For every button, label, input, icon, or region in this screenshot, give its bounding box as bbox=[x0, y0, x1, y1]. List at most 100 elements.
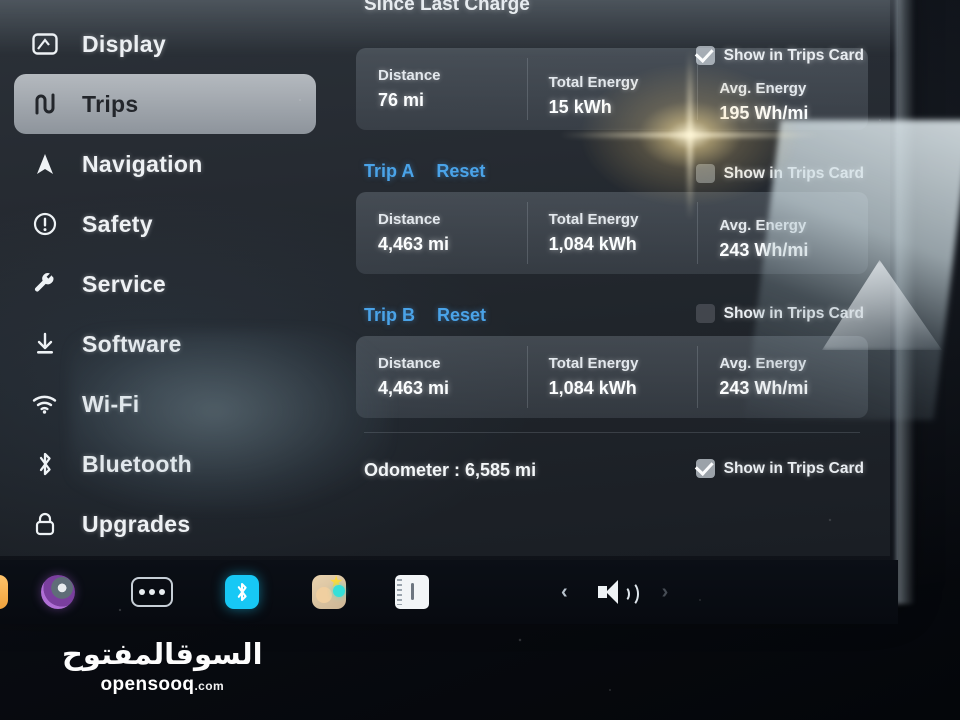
wrench-icon bbox=[28, 269, 62, 299]
checkbox-checked-icon[interactable] bbox=[694, 456, 715, 478]
odometer-divider bbox=[364, 432, 860, 433]
stat-key: Total Energy bbox=[548, 355, 639, 372]
sidebar-item-label: Safety bbox=[82, 210, 153, 237]
show-in-trips-card-toggle-odometer[interactable]: Show in Trips Card bbox=[694, 456, 864, 478]
wifi-icon bbox=[28, 389, 62, 419]
lock-icon bbox=[28, 509, 62, 539]
stat-cell: Distance 4,463 mi bbox=[356, 192, 527, 274]
watermark-latin: opensooq.com bbox=[62, 674, 263, 696]
stat-cell: Total Energy 1,084 kWh bbox=[526, 336, 698, 418]
sidebar-item-service[interactable]: Service bbox=[14, 254, 316, 314]
speaker-icon[interactable] bbox=[597, 579, 639, 607]
watermark-arabic: السوقالمفتوح bbox=[62, 637, 263, 671]
card-icon[interactable] bbox=[395, 575, 429, 609]
watermark-tld: .com bbox=[194, 679, 225, 693]
watermark-brand: opensooq bbox=[100, 674, 195, 695]
show-in-trips-card-label: Show in Trips Card bbox=[723, 459, 864, 477]
stat-cell: Distance 4,463 mi bbox=[356, 336, 527, 418]
trips-icon bbox=[28, 89, 62, 119]
checkbox-unchecked-icon[interactable] bbox=[695, 164, 715, 183]
sidebar-item-upgrades[interactable]: Upgrades bbox=[14, 494, 316, 554]
stat-value: 195 Wh/mi bbox=[719, 103, 809, 123]
sidebar-item-bluetooth[interactable]: Bluetooth bbox=[14, 434, 316, 494]
trips-panel: Since Last Charge Show in Trips Card Dis… bbox=[330, 0, 890, 556]
stat-key: Distance bbox=[378, 355, 441, 372]
taskbar-slot[interactable]: ★ bbox=[286, 560, 372, 624]
trip-b-header: Trip B Reset Show in Trips Card bbox=[364, 300, 868, 330]
taskbar: ★ ‹ › bbox=[0, 560, 898, 624]
navigation-icon bbox=[28, 149, 62, 179]
sidebar-item-label: Upgrades bbox=[82, 510, 191, 537]
stat-key: Total Energy bbox=[548, 211, 639, 228]
taskbar-slot[interactable] bbox=[0, 560, 10, 624]
trip-a-header: Trip A Reset Show in Trips Card bbox=[364, 156, 868, 186]
sidebar-item-label: Navigation bbox=[82, 150, 203, 177]
sidebar-item-safety[interactable]: Safety bbox=[14, 194, 316, 254]
sidebar-item-navigation[interactable]: Navigation bbox=[14, 134, 316, 194]
stat-cell: Avg. Energy 243 Wh/mi bbox=[697, 192, 868, 274]
stat-key: Avg. Energy bbox=[719, 80, 807, 97]
stat-value: 4,463 mi bbox=[378, 234, 450, 254]
show-in-trips-card-label: Show in Trips Card bbox=[723, 164, 864, 182]
sidebar-item-label: Service bbox=[82, 270, 166, 297]
stat-value: 243 Wh/mi bbox=[719, 240, 809, 260]
stat-key: Distance bbox=[378, 67, 441, 84]
infotainment-screen: Display Trips Navigation Safety Service … bbox=[0, 0, 890, 556]
sidebar-item-label: Trips bbox=[82, 90, 139, 117]
stat-key: Total Energy bbox=[548, 74, 639, 91]
watermark: السوقالمفتوح opensooq.com bbox=[62, 640, 263, 696]
show-in-trips-card-toggle-trip-a[interactable]: Show in Trips Card bbox=[695, 164, 864, 183]
stats-card-since-last-charge: Distance 76 mi Total Energy 15 kWh Avg. … bbox=[356, 48, 868, 130]
sidebar-item-display[interactable]: Display bbox=[14, 14, 316, 74]
volume-controls: ‹ › bbox=[561, 560, 668, 624]
safety-icon bbox=[28, 209, 62, 239]
sidebar-item-software[interactable]: Software bbox=[14, 314, 316, 374]
stat-value: 1,084 kWh bbox=[548, 234, 637, 254]
taskbar-slot[interactable] bbox=[106, 560, 198, 624]
stat-value: 1,084 kWh bbox=[548, 378, 637, 398]
apps-icon[interactable]: ★ bbox=[312, 574, 346, 609]
sidebar-item-label: Display bbox=[82, 30, 166, 57]
bluetooth-icon[interactable] bbox=[225, 575, 259, 609]
stat-cell: Total Energy 1,084 kWh bbox=[526, 192, 698, 274]
stat-cell: Distance 76 mi bbox=[356, 48, 527, 130]
stats-card-trip-b: Distance 4,463 mi Total Energy 1,084 kWh… bbox=[356, 336, 868, 418]
media-icon[interactable] bbox=[0, 575, 8, 609]
bluetooth-icon bbox=[28, 449, 62, 479]
sidebar-item-label: Software bbox=[82, 330, 182, 357]
taskbar-slot[interactable] bbox=[372, 560, 452, 624]
stat-key: Avg. Energy bbox=[719, 355, 807, 372]
volume-next-button[interactable]: › bbox=[662, 581, 669, 604]
trip-a-name: Trip A bbox=[364, 160, 415, 181]
odometer-value: Odometer : 6,585 mi bbox=[364, 459, 537, 480]
sidebar-item-label: Wi-Fi bbox=[82, 390, 140, 417]
stat-cell: Avg. Energy 243 Wh/mi bbox=[697, 336, 868, 418]
stat-value: 15 kWh bbox=[548, 97, 612, 117]
more-dots-icon[interactable] bbox=[131, 577, 173, 607]
checkbox-unchecked-icon[interactable] bbox=[695, 304, 715, 323]
stat-value: 76 mi bbox=[378, 90, 425, 110]
stat-cell: Avg. Energy 195 Wh/mi bbox=[697, 48, 868, 130]
sidebar-item-wifi[interactable]: Wi-Fi bbox=[14, 374, 316, 434]
since-last-charge-title: Since Last Charge bbox=[364, 0, 530, 15]
volume-prev-button[interactable]: ‹ bbox=[561, 581, 568, 604]
stat-key: Distance bbox=[378, 211, 441, 228]
trip-b-name: Trip B bbox=[364, 304, 416, 325]
sidebar-item-trips[interactable]: Trips bbox=[14, 74, 316, 134]
stat-key: Avg. Energy bbox=[719, 217, 807, 234]
stat-cell: Total Energy 15 kWh bbox=[526, 48, 698, 130]
odometer-row: Odometer : 6,585 mi Show in Trips Card bbox=[364, 447, 868, 493]
show-in-trips-card-toggle-trip-b[interactable]: Show in Trips Card bbox=[695, 304, 864, 323]
trip-b-reset-button[interactable]: Reset bbox=[437, 305, 486, 326]
camera-icon[interactable] bbox=[41, 575, 75, 609]
taskbar-slot[interactable] bbox=[198, 560, 286, 624]
settings-sidebar: Display Trips Navigation Safety Service … bbox=[0, 0, 330, 556]
display-icon bbox=[28, 29, 62, 59]
dashboard-photo: Display Trips Navigation Safety Service … bbox=[0, 0, 960, 720]
download-icon bbox=[28, 329, 62, 359]
show-in-trips-card-label: Show in Trips Card bbox=[723, 304, 864, 322]
stats-card-trip-a: Distance 4,463 mi Total Energy 1,084 kWh… bbox=[356, 192, 868, 274]
trip-a-reset-button[interactable]: Reset bbox=[436, 161, 485, 182]
sidebar-item-label: Bluetooth bbox=[82, 450, 193, 477]
taskbar-slot[interactable] bbox=[10, 560, 106, 624]
